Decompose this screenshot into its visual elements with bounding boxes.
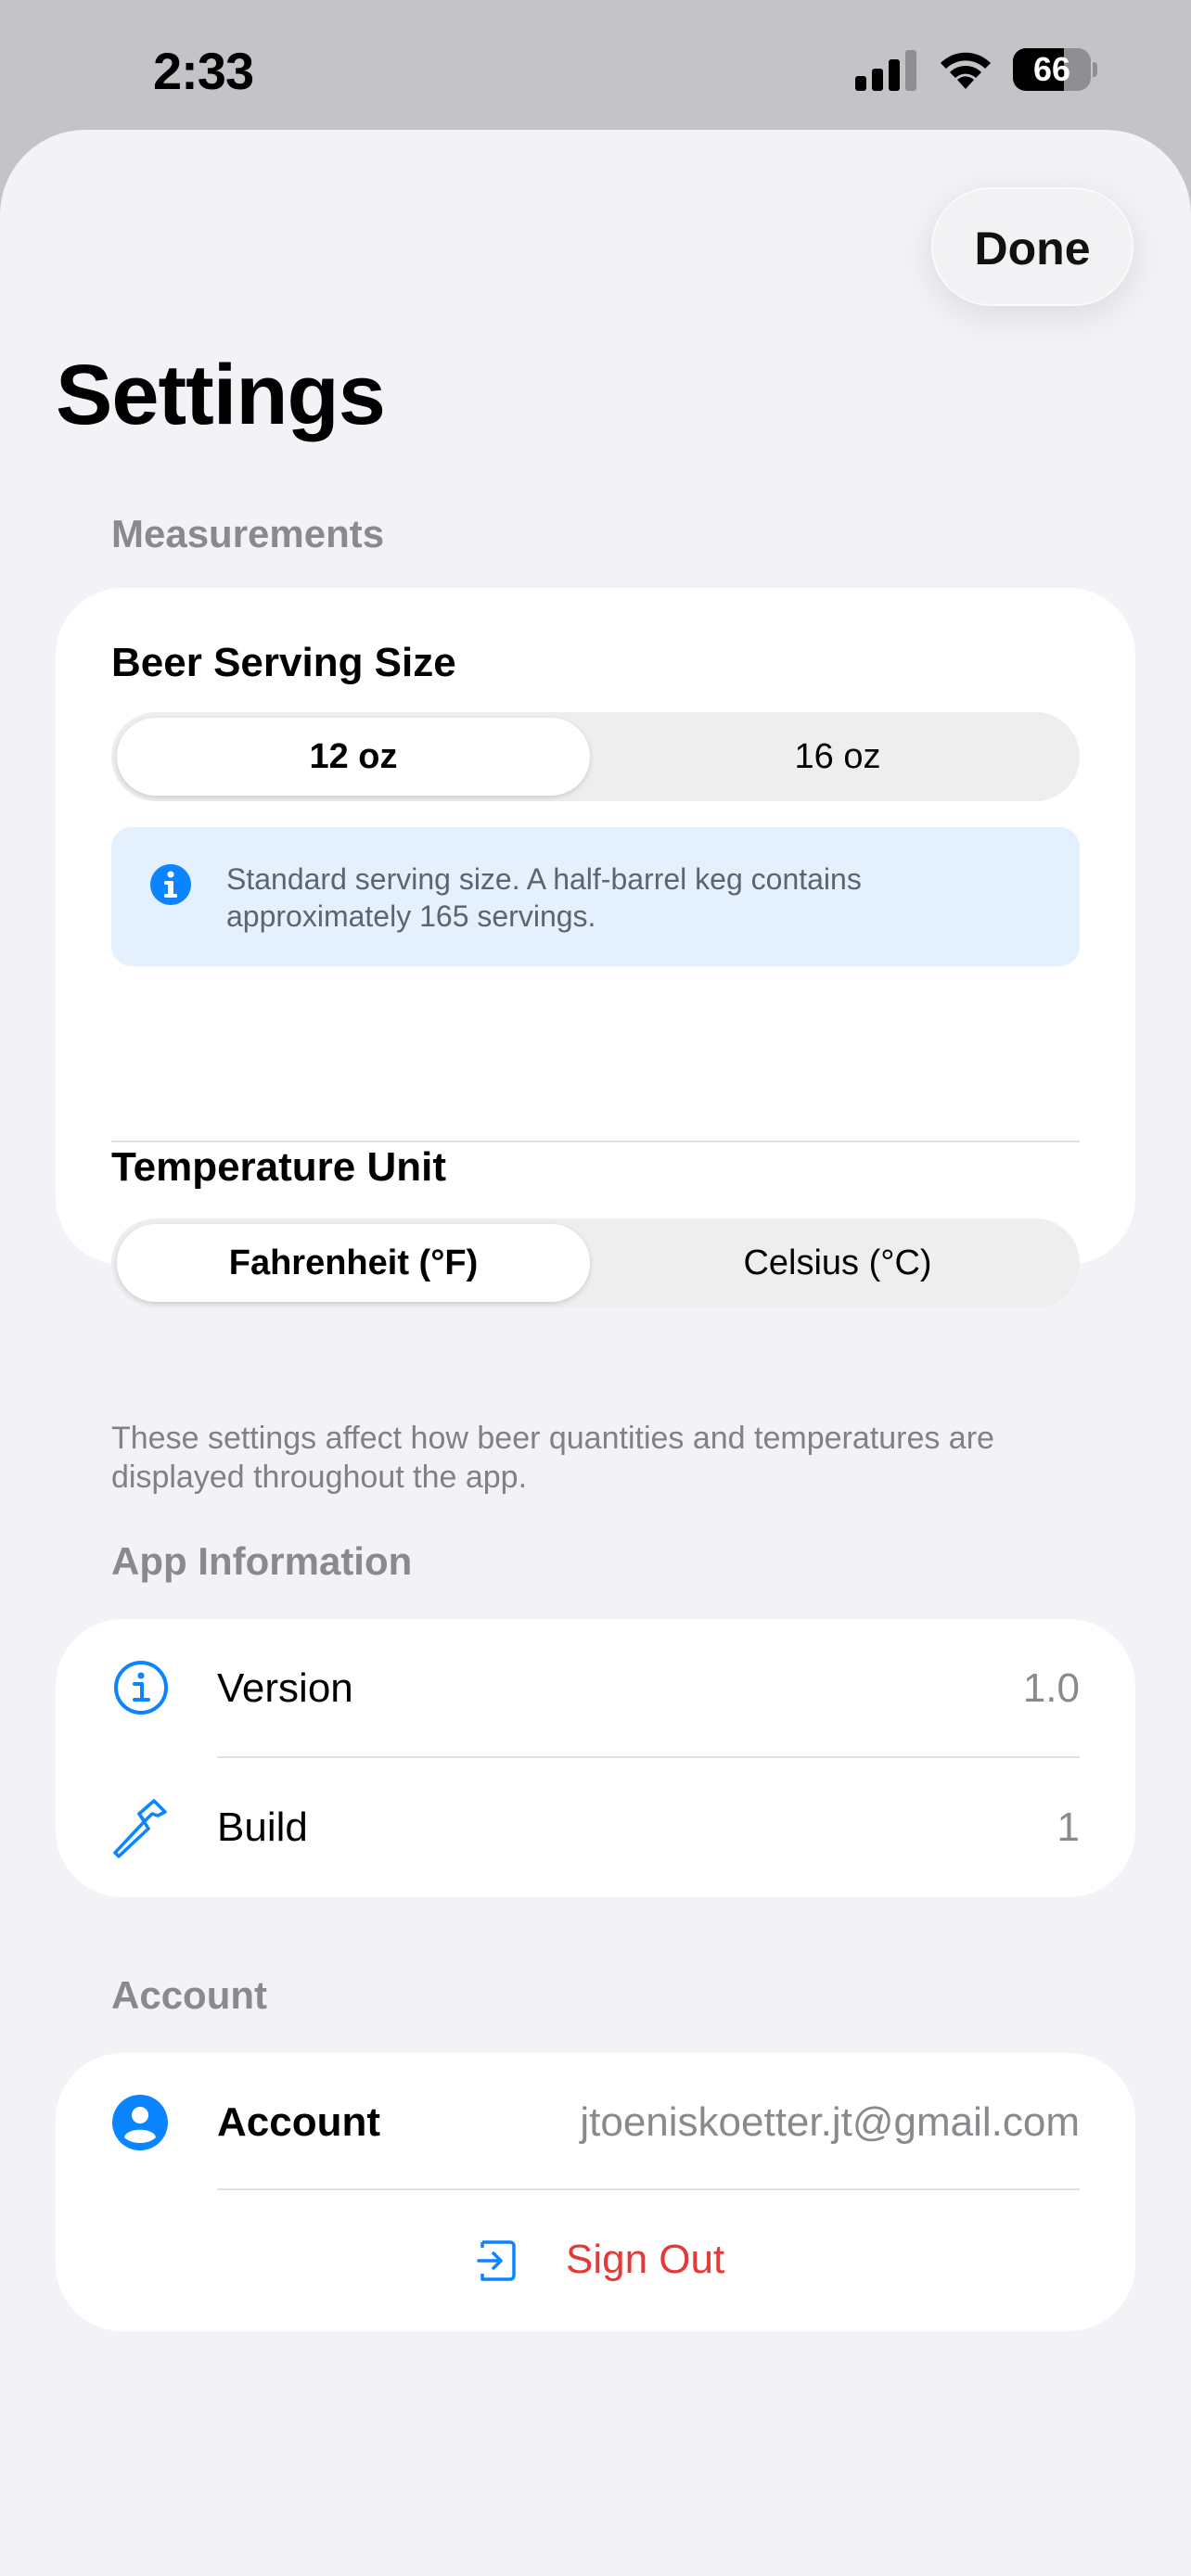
divider [111, 1141, 1080, 1142]
wifi-icon [941, 52, 991, 89]
info-circle-icon [114, 1661, 168, 1715]
battery-level: 66 [1032, 50, 1071, 88]
temperature-unit-label: Temperature Unit [111, 1144, 447, 1190]
battery-indicator: 66 [1013, 48, 1097, 91]
segment-celsius[interactable]: Celsius (°C) [601, 1224, 1074, 1302]
serving-size-segmented-control: 12 oz 16 oz [111, 712, 1080, 801]
segment-16-oz[interactable]: 16 oz [601, 718, 1074, 796]
segment-12-oz[interactable]: 12 oz [117, 718, 590, 796]
build-label: Build [217, 1804, 308, 1850]
info-filled-icon [150, 864, 191, 905]
settings-sheet: Done Settings Measurements Beer Serving … [0, 130, 1191, 2576]
person-circle-icon [112, 2095, 168, 2150]
sign-out-icon [477, 2240, 516, 2281]
beer-serving-size-label: Beer Serving Size [111, 640, 456, 685]
section-header-app-information: App Information [111, 1539, 413, 1583]
divider [217, 2188, 1080, 2190]
account-email: jtoeniskoetter.jt@gmail.com [580, 2099, 1080, 2145]
version-label: Version [217, 1665, 353, 1711]
version-value: 1.0 [1022, 1665, 1080, 1711]
measurements-footer-note: These settings affect how beer quantitie… [111, 1421, 994, 1495]
section-header-account: Account [111, 1973, 267, 2017]
build-value: 1 [1057, 1804, 1080, 1850]
sign-out-button[interactable]: Sign Out [56, 2192, 1135, 2331]
segment-fahrenheit[interactable]: Fahrenheit (°F) [117, 1224, 590, 1302]
cellular-signal-icon [855, 50, 916, 91]
temperature-segmented-control: Fahrenheit (°F) Celsius (°C) [111, 1218, 1080, 1307]
hammer-icon [113, 1799, 167, 1858]
account-label: Account [217, 2099, 380, 2145]
divider [217, 1756, 1080, 1758]
page-title: Settings [56, 348, 386, 442]
account-card: Account jtoeniskoetter.jt@gmail.com Sign… [56, 2053, 1135, 2331]
status-bar: 2:33 66 [0, 0, 1191, 130]
serving-info-text: Standard serving size. A half-barrel keg… [226, 862, 862, 933]
sign-out-label: Sign Out [566, 2237, 725, 2282]
section-header-measurements: Measurements [111, 512, 385, 555]
battery-shell: 66 [1013, 48, 1091, 91]
status-time: 2:33 [153, 42, 254, 100]
done-button[interactable]: Done [931, 187, 1133, 306]
app-information-card: Version 1.0 Build 1 [56, 1619, 1135, 1897]
battery-cap [1093, 62, 1097, 77]
serving-info-box: Standard serving size. A half-barrel keg… [111, 827, 1080, 966]
